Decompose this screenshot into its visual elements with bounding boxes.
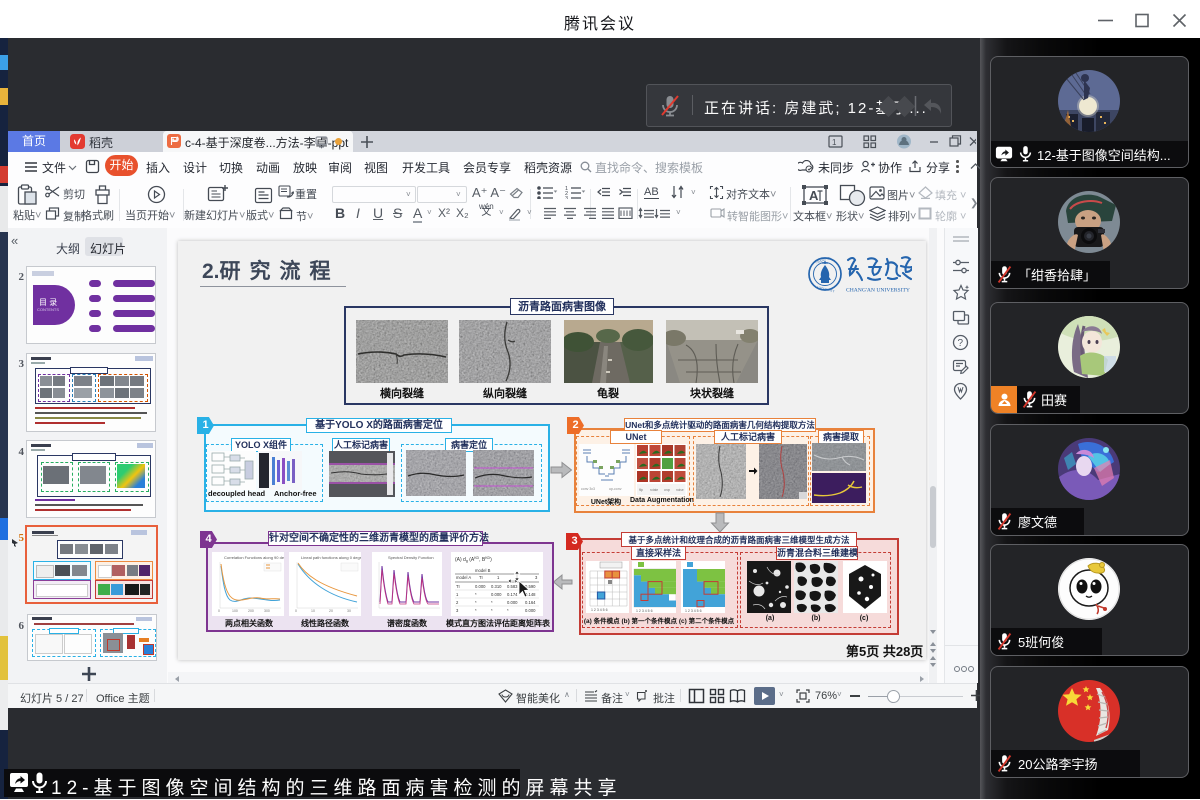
svg-text:CHANG'AN UNIVERSITY: CHANG'AN UNIVERSITY bbox=[846, 288, 910, 294]
svg-text:rotate: rotate bbox=[650, 488, 658, 492]
svg-text:crop: crop bbox=[664, 488, 670, 492]
svg-text:up-conv: up-conv bbox=[609, 487, 622, 491]
svg-text:Spectral Density Function: Spectral Density Function bbox=[388, 555, 434, 560]
svg-text:30: 30 bbox=[347, 609, 351, 613]
svg-text:0: 0 bbox=[295, 609, 297, 613]
svg-text:noise: noise bbox=[676, 488, 684, 492]
svg-text:model B: model B bbox=[475, 568, 491, 573]
svg-text:A: A bbox=[809, 188, 819, 203]
svg-text:?: ? bbox=[958, 338, 964, 349]
svg-text:0.310: 0.310 bbox=[491, 584, 502, 589]
svg-text:0.000: 0.000 bbox=[475, 584, 486, 589]
svg-text:0.164: 0.164 bbox=[525, 600, 536, 605]
svg-text:model A: model A bbox=[456, 575, 471, 580]
svg-text:3: 3 bbox=[565, 196, 568, 199]
svg-text:300: 300 bbox=[264, 609, 270, 613]
svg-text:UNIVERSITY: UNIVERSITY bbox=[817, 285, 836, 293]
svg-text:Correlation Functions along 90: Correlation Functions along 90 degree bbox=[224, 555, 284, 560]
svg-text:1 2 3 4 5 6: 1 2 3 4 5 6 bbox=[685, 609, 702, 613]
svg-text:0.000: 0.000 bbox=[491, 592, 502, 597]
svg-text:1 2 3 4 5 6: 1 2 3 4 5 6 bbox=[636, 609, 653, 613]
svg-text:TI: TI bbox=[456, 584, 460, 589]
svg-text:conv 3x3: conv 3x3 bbox=[581, 487, 595, 491]
svg-text:flip: flip bbox=[639, 488, 643, 492]
svg-text:0: 0 bbox=[218, 609, 220, 613]
svg-text:20: 20 bbox=[329, 609, 333, 613]
svg-text:1: 1 bbox=[832, 138, 837, 147]
svg-text:TI: TI bbox=[479, 575, 483, 580]
svg-text:100: 100 bbox=[232, 609, 238, 613]
svg-text:200: 200 bbox=[248, 609, 254, 613]
svg-text:0.000: 0.000 bbox=[525, 608, 536, 613]
svg-text:1 2 3 4 5 6: 1 2 3 4 5 6 bbox=[591, 608, 608, 612]
svg-text:10: 10 bbox=[311, 609, 315, 613]
svg-text:Lineal path functions along 0: Lineal path functions along 0 degree bbox=[301, 555, 361, 560]
svg-text:0.000: 0.000 bbox=[507, 600, 518, 605]
